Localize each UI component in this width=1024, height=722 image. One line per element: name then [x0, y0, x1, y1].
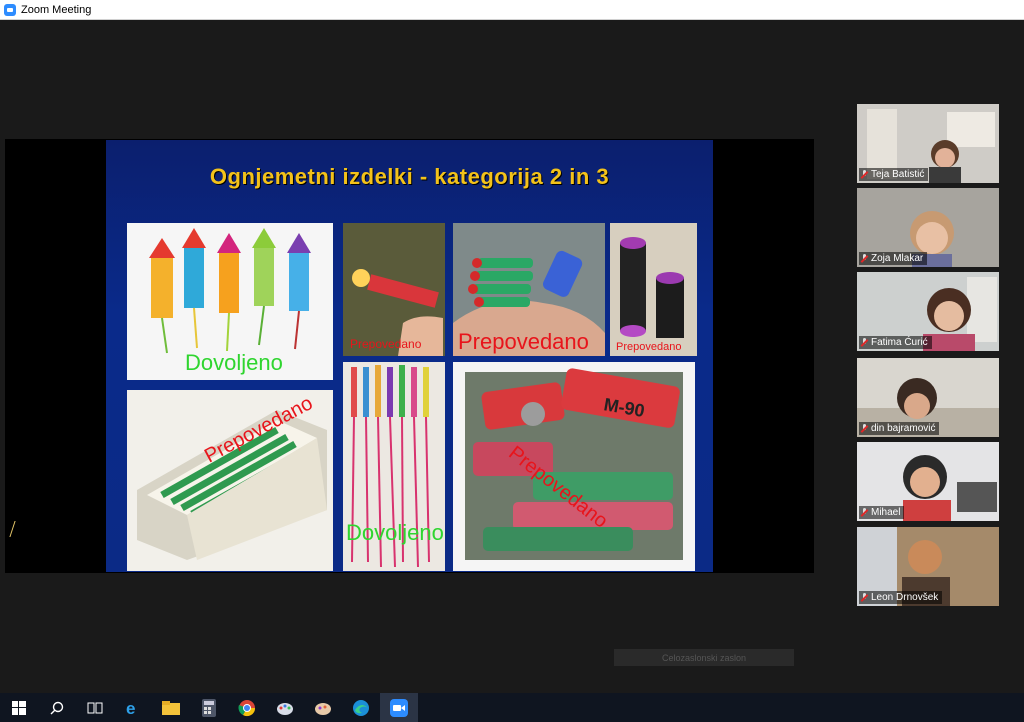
paint-3d-icon[interactable] [304, 693, 342, 722]
tile-label-allowed: Dovoljeno [185, 350, 283, 375]
fullscreen-caption: Celozaslonski zaslon [614, 649, 794, 666]
muted-mic-icon [861, 170, 868, 179]
lit-firecracker-image: Prepovedano [343, 223, 445, 356]
participant-name: Teja Batistić [871, 169, 925, 180]
search-icon[interactable] [38, 693, 76, 722]
green-firecrackers-image: Prepovedano [453, 223, 605, 356]
firecrackers-pile-icon: M-90 [465, 368, 683, 560]
participant-name-tag: Teja Batistić [859, 168, 929, 181]
muted-mic-icon [861, 593, 868, 602]
participant-video[interactable]: Teja Batistić [857, 104, 999, 183]
window-title: Zoom Meeting [21, 3, 92, 16]
presentation-slide: Ognjemetni izdelki - kategorija 2 in 3 D… [106, 140, 713, 572]
firecracker-box-image: Prepovedano [127, 390, 333, 571]
windows-taskbar: e [0, 693, 1024, 722]
sparklers-image: Dovoljeno [343, 362, 445, 571]
participant-name-tag: din bajramović [859, 422, 940, 435]
internet-explorer-icon[interactable]: e [114, 693, 152, 722]
slide-title: Ognjemetni izdelki - kategorija 2 in 3 [209, 164, 610, 189]
participant-name-tag: Zoja Mlakar [859, 252, 928, 265]
black-tubes-image: Prepovedano [610, 223, 697, 356]
file-explorer-icon[interactable] [152, 693, 190, 722]
participant-name: din bajramović [871, 423, 936, 434]
fireworks-rockets-image: Dovoljeno [127, 223, 333, 380]
participant-name: Zoja Mlakar [871, 253, 924, 264]
participant-name: Fatima Ćurić [871, 337, 928, 348]
participant-name-tag: Leon Drnovšek [859, 591, 943, 604]
edge-icon[interactable] [342, 693, 380, 722]
participant-name: Mihael [871, 507, 901, 518]
participant-name-tag: Mihael [859, 506, 905, 519]
muted-mic-icon [861, 254, 868, 263]
tile-label-forbidden: Prepovedano [350, 337, 422, 351]
windows-start-icon[interactable] [0, 693, 38, 722]
mortar-tubes-icon [620, 237, 684, 338]
window-title-bar: Zoom Meeting [0, 0, 1024, 20]
muted-mic-icon [861, 424, 868, 433]
participant-name: Leon Drnovšek [871, 592, 939, 603]
task-view-icon[interactable] [76, 693, 114, 722]
svg-text:e: e [126, 699, 135, 717]
calculator-icon[interactable] [190, 693, 228, 722]
muted-mic-icon [861, 338, 868, 347]
zoom-icon [4, 3, 16, 16]
tile-label-forbidden: Prepovedano [458, 329, 589, 354]
muted-mic-icon [861, 508, 868, 517]
tile-label-forbidden: Prepovedano [616, 341, 682, 353]
participant-video[interactable]: Fatima Ćurić [857, 272, 999, 351]
participant-name-tag: Fatima Ćurić [859, 336, 932, 349]
participant-video[interactable]: din bajramović [857, 358, 999, 437]
participant-video[interactable]: Zoja Mlakar [857, 188, 999, 267]
zoom-taskbar-button[interactable] [380, 693, 418, 722]
chrome-icon[interactable] [228, 693, 266, 722]
paint-icon[interactable] [266, 693, 304, 722]
participant-video[interactable]: Mihael [857, 442, 999, 521]
zoom-icon [390, 698, 408, 717]
participant-video[interactable]: Leon Drnovšek [857, 527, 999, 606]
tile-label-allowed: Dovoljeno [346, 520, 444, 545]
m90-firecrackers-image: M-90 Prepovedano [453, 362, 695, 571]
